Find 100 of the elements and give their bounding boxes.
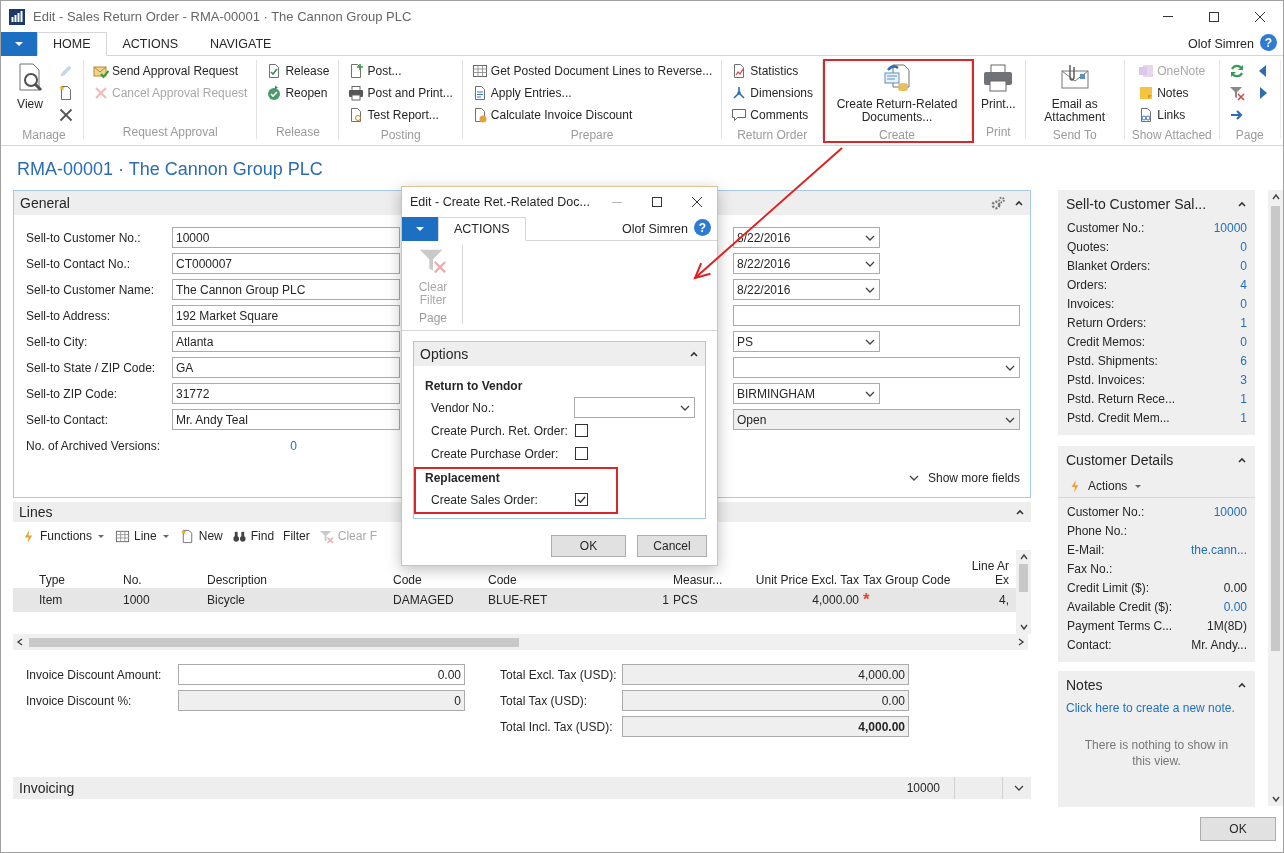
field-value[interactable]: 0 [1240, 237, 1247, 256]
ribbon-button[interactable]: Create Return-Related Documents... [830, 60, 964, 127]
field-label: Sell-to Contact: [26, 411, 110, 429]
ribbon-button[interactable]: Notes [1136, 82, 1208, 104]
field-value[interactable]: 4 [1240, 275, 1247, 294]
dropdown-field[interactable]: PS [733, 331, 880, 352]
ribbon-button[interactable]: Comments [729, 104, 815, 126]
ribbon-button[interactable]: View [12, 60, 48, 126]
column-header: Line Ar Ex [970, 559, 1010, 587]
column-header: No. [123, 573, 143, 587]
text-field[interactable]: 31772 [172, 383, 400, 404]
dialog-button[interactable]: Cancel [637, 535, 707, 557]
toolbar-button[interactable]: Line [115, 525, 171, 547]
field-value[interactable]: 0 [1240, 256, 1247, 275]
toolbar-button[interactable]: Filter [283, 525, 310, 547]
field-label: E-Mail: [1067, 541, 1105, 559]
ok-button[interactable]: OK [1200, 817, 1276, 841]
app-menu-button[interactable] [402, 217, 438, 241]
ribbon-button[interactable]: Links [1136, 104, 1208, 126]
table-row[interactable]: Item 1000 Bicycle DAMAGED BLUE-RET 1 PCS 4,000.00 * 4, [13, 588, 1016, 612]
ribbon-button[interactable]: Calculate Invoice Discount [469, 104, 715, 126]
dropdown-field[interactable]: Open [733, 409, 1020, 430]
text-field[interactable]: GA [172, 357, 400, 378]
table-cell-text: * [863, 589, 871, 612]
ribbon-button[interactable]: Send Approval Request [91, 60, 250, 82]
dialog-button[interactable]: OK [551, 535, 626, 557]
scrollbar[interactable] [13, 634, 1028, 650]
dropdown-field[interactable] [573, 397, 695, 418]
field-label: Sell-to Contact No.: [26, 255, 132, 273]
field-value[interactable]: 0.00 [1223, 597, 1247, 616]
ribbon-button[interactable]: Post and Print... [346, 82, 455, 104]
field-value[interactable]: 1 [1240, 408, 1247, 427]
field-value[interactable]: 1 [1240, 313, 1247, 332]
help-icon[interactable]: ? [1260, 34, 1277, 51]
field-value[interactable]: 3 [1240, 370, 1247, 389]
ribbon-button[interactable]: Test Report... [346, 104, 455, 126]
dropdown-field[interactable]: 8/22/2016 [733, 279, 880, 300]
ribbon-button[interactable]: Dimensions [729, 82, 815, 104]
scrollbar-thumb[interactable] [1271, 206, 1280, 651]
text-field[interactable]: The Cannon Group PLC [172, 279, 400, 300]
ribbon-button[interactable]: Get Posted Document Lines to Reverse... [469, 60, 715, 82]
field-label: Total Incl. Tax (USD): [500, 718, 614, 736]
field-value[interactable]: 10000 [1213, 502, 1247, 521]
text-field[interactable]: Atlanta [172, 331, 400, 352]
field-label: Create Sales Order: [431, 491, 539, 509]
ribbon-tab[interactable]: NAVIGATE [194, 32, 288, 56]
printer-icon [348, 85, 365, 101]
field-label: Create Purch. Ret. Order: [431, 422, 569, 440]
actions-menu-button[interactable]: Actions [1068, 476, 1144, 495]
dropdown-field[interactable]: BIRMINGHAM [733, 383, 880, 404]
ribbon-button[interactable]: Statistics [729, 60, 815, 82]
toolbar-button[interactable]: New [179, 525, 223, 547]
field-label: Orders: [1067, 276, 1107, 294]
dropdown-field[interactable]: 8/22/2016 [733, 253, 880, 274]
field-value: Mr. Andy... [1191, 636, 1247, 654]
show-more-link[interactable]: Show more fields [927, 469, 1020, 487]
scroll-right-icon [1016, 637, 1026, 647]
field-label: Pstd. Shipments: [1067, 352, 1158, 370]
toolbar-button[interactable]: Functions [21, 525, 107, 547]
scrollbar-thumb[interactable] [1019, 564, 1028, 592]
field-value[interactable]: 10000 [1213, 218, 1247, 237]
ribbon-tab[interactable]: HOME [37, 32, 107, 56]
toolbar-button[interactable]: Find [231, 525, 275, 547]
field-value[interactable]: 0 [172, 436, 297, 455]
ribbon-button[interactable]: Post... [346, 60, 455, 82]
caret-up-icon [1237, 455, 1247, 465]
checkbox[interactable] [575, 447, 588, 460]
field-value[interactable]: 0 [1240, 294, 1247, 313]
table-icon [471, 63, 488, 79]
ribbon-button[interactable]: Email as Attachment [1032, 60, 1117, 127]
ribbon-button[interactable]: Apply Entries... [469, 82, 715, 104]
text-field[interactable]: 0.00 [178, 664, 465, 685]
text-field[interactable]: 10000 [172, 227, 400, 248]
ribbon-button[interactable]: Print... [979, 60, 1018, 123]
ribbon-tab[interactable]: ACTIONS [438, 217, 526, 241]
dropdown-field[interactable] [733, 357, 1020, 378]
field-value[interactable]: 1 [1240, 389, 1247, 408]
text-field[interactable]: CT000007 [172, 253, 400, 274]
checkbox[interactable] [575, 424, 588, 437]
field-value[interactable]: the.cann... [1190, 540, 1247, 559]
field-value[interactable]: 0 [1240, 332, 1247, 351]
ribbon-group-label: Request Approval [121, 124, 219, 139]
checkbox[interactable] [575, 493, 588, 506]
help-icon[interactable]: ? [694, 219, 711, 236]
field-value[interactable]: 6 [1240, 351, 1247, 370]
field-label: Sell-to ZIP Code: [26, 385, 119, 403]
ribbon-tab[interactable]: ACTIONS [106, 32, 195, 56]
text-field[interactable] [733, 305, 1020, 326]
factbox-title: Notes [1066, 675, 1103, 695]
ribbon-button[interactable]: Release [264, 60, 332, 82]
scrollbar[interactable] [1016, 550, 1031, 634]
scrollbar[interactable] [1268, 190, 1283, 806]
app-menu-button[interactable] [1, 32, 37, 56]
new-note-link[interactable]: Click here to create a new note. [1066, 699, 1247, 717]
scrollbar-thumb[interactable] [29, 637, 519, 647]
cross-icon [93, 85, 109, 101]
text-field[interactable]: Mr. Andy Teal [172, 409, 400, 430]
text-field[interactable]: 192 Market Square [172, 305, 400, 326]
ribbon-button[interactable]: Reopen [264, 82, 332, 104]
factbox-title: Customer Details [1066, 450, 1174, 470]
